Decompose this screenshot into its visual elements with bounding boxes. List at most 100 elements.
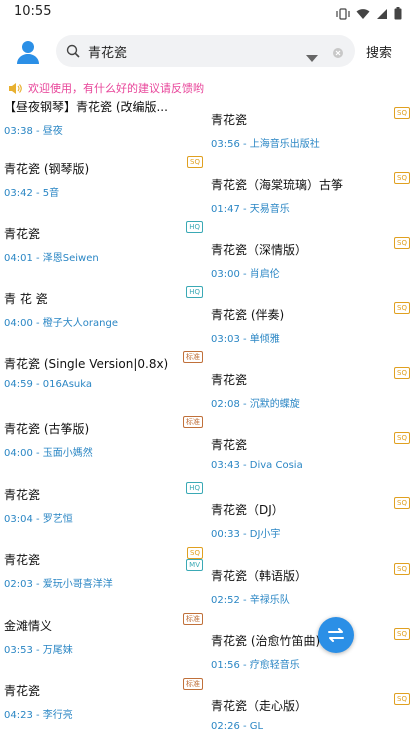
quality-badge: 标准: [183, 613, 203, 625]
song-title: 青花瓷: [211, 438, 248, 452]
song-title: 青花瓷: [4, 553, 41, 567]
song-meta: 03:42 - 5音: [4, 188, 60, 199]
song-item[interactable]: 青花瓷 03:56 - 上海音乐出版社 SQ: [207, 107, 414, 175]
song-title: 青花瓷 (钢琴版): [4, 162, 90, 176]
song-title: 青花瓷（海棠琉璃）古筝: [211, 178, 344, 192]
song-title: 青花瓷 (Single Version|0.8x): [4, 357, 169, 371]
header: 搜索: [0, 32, 414, 72]
song-item[interactable]: 【昼夜钢琴】青花瓷 (改编版... 03:38 - 昼夜: [0, 98, 207, 162]
song-item[interactable]: 青花瓷 02:03 - 爱玩小哥喜洋洋 SQ MV: [0, 547, 207, 615]
song-meta: 04:23 - 李行亮: [4, 710, 73, 721]
song-title: 青花瓷（深情版）: [211, 243, 308, 257]
song-item[interactable]: 青花瓷 (治愈竹笛曲) 01:56 - 疗愈轻音乐 SQ: [207, 628, 414, 696]
vibrate-icon: [336, 5, 350, 24]
speaker-icon: [8, 80, 22, 99]
battery-icon: [394, 5, 402, 24]
song-meta: 03:53 - 万尾妹: [4, 645, 73, 656]
wifi-icon: [356, 5, 370, 24]
results-column-left: 【昼夜钢琴】青花瓷 (改编版... 03:38 - 昼夜青花瓷 (钢琴版) 03:4…: [0, 98, 207, 736]
results-column-right: 青花瓷 03:56 - 上海音乐出版社 SQ 青花瓷（海棠琉璃）古筝 01:47 - 天…: [207, 98, 414, 736]
quality-badge: SQ: [394, 107, 410, 119]
quality-badge: SQ: [187, 156, 203, 168]
song-meta: 04:00 - 橙子大人orange: [4, 318, 118, 329]
song-item[interactable]: 青花瓷 03:43 - Diva Cosia SQ: [207, 432, 414, 500]
song-title: 青花瓷（DJ）: [211, 503, 284, 517]
song-item[interactable]: 青花瓷 (钢琴版) 03:42 - 5音 SQ: [0, 156, 207, 224]
song-meta: 03:43 - Diva Cosia: [211, 460, 303, 471]
quality-badge: SQ: [394, 563, 410, 575]
song-title: 青花瓷: [4, 488, 41, 502]
song-meta: 03:56 - 上海音乐出版社: [211, 139, 320, 150]
quality-badge: SQ: [394, 172, 410, 184]
dropdown-icon[interactable]: [306, 47, 318, 66]
song-meta: 03:38 - 昼夜: [4, 126, 63, 137]
signal-icon: [376, 5, 388, 24]
quality-badge: HQ: [186, 221, 203, 233]
song-item[interactable]: 青花瓷 (古筝版) 04:00 - 玉面小媽然 标准: [0, 416, 207, 484]
search-box[interactable]: [56, 35, 355, 67]
status-icons: [336, 5, 402, 24]
song-item[interactable]: 青花瓷 (伴奏) 03:03 - 单倾雅 SQ: [207, 302, 414, 370]
quality-badge: SQ: [394, 302, 410, 314]
quality-badge: SQ: [394, 237, 410, 249]
status-time: 10:55: [14, 4, 52, 19]
song-title: 青花瓷: [4, 227, 41, 241]
song-meta: 04:59 - 016Asuka: [4, 379, 93, 390]
song-meta: 01:47 - 天易音乐: [211, 204, 290, 215]
song-item[interactable]: 青花瓷（走心版） 02:26 - GL SQ: [207, 693, 414, 736]
quality-badge: HQ: [186, 482, 203, 494]
song-meta: 02:26 - GL: [211, 721, 264, 732]
song-item[interactable]: 青花瓷（深情版） 03:00 - 肖启伦 SQ: [207, 237, 414, 305]
switch-button[interactable]: [318, 617, 354, 653]
song-title: 金滩情义: [4, 619, 53, 633]
quality-badge: MV: [186, 559, 203, 571]
song-item[interactable]: 青花瓷 04:01 - 泽恩Seiwen HQ: [0, 221, 207, 289]
quality-badge: 标准: [183, 678, 203, 690]
song-item[interactable]: 青花瓷 03:04 - 罗艺恒 HQ: [0, 482, 207, 550]
song-meta: 04:01 - 泽恩Seiwen: [4, 253, 99, 264]
song-meta: 01:56 - 疗愈轻音乐: [211, 660, 300, 671]
song-item[interactable]: 青 花 瓷 04:00 - 橙子大人orange HQ: [0, 286, 207, 354]
song-meta: 00:33 - DJ小宇: [211, 529, 281, 540]
notice-text: 欢迎使用，有什么好的建议请反馈哟: [28, 82, 204, 95]
song-item[interactable]: 金滩情义 03:53 - 万尾妹 标准: [0, 613, 207, 681]
quality-badge: SQ: [187, 547, 203, 559]
song-title: 青花瓷: [211, 113, 248, 127]
quality-badge: SQ: [394, 628, 410, 640]
quality-badge: 标准: [183, 416, 203, 428]
song-title: 青花瓷 (治愈竹笛曲): [211, 634, 321, 648]
song-meta: 02:03 - 爱玩小哥喜洋洋: [4, 579, 113, 590]
notice-bar[interactable]: 欢迎使用，有什么好的建议请反馈哟: [0, 76, 414, 98]
song-title: 【昼夜钢琴】青花瓷 (改编版...: [4, 100, 168, 114]
song-item[interactable]: 青花瓷（海棠琉璃）古筝 01:47 - 天易音乐 SQ: [207, 172, 414, 240]
search-icon: [66, 43, 80, 62]
search-input[interactable]: [88, 39, 288, 63]
song-meta: 03:03 - 单倾雅: [211, 334, 280, 345]
song-title: 青花瓷（韩语版）: [211, 569, 308, 583]
quality-badge: SQ: [394, 693, 410, 705]
quality-badge: SQ: [394, 367, 410, 379]
song-title: 青花瓷: [4, 684, 41, 698]
quality-badge: SQ: [394, 432, 410, 444]
status-bar: 10:55: [0, 0, 414, 24]
quality-badge: HQ: [186, 286, 203, 298]
song-title: 青花瓷 (古筝版): [4, 422, 90, 436]
song-meta: 02:08 - 沉默的蝶旋: [211, 399, 300, 410]
search-button[interactable]: 搜索: [366, 42, 392, 61]
song-item[interactable]: 青花瓷 04:23 - 李行亮 标准: [0, 678, 207, 736]
quality-badge: SQ: [394, 497, 410, 509]
song-title: 青花瓷: [211, 373, 248, 387]
song-item[interactable]: 青花瓷 (Single Version|0.8x) 04:59 - 016Asuk…: [0, 351, 207, 419]
quality-badge: 标准: [183, 351, 203, 363]
song-meta: 02:52 - 辛禄乐队: [211, 595, 290, 606]
song-meta: 03:00 - 肖启伦: [211, 269, 280, 280]
user-avatar-icon[interactable]: [14, 38, 42, 66]
song-title: 青花瓷 (伴奏): [211, 308, 285, 322]
song-meta: 04:00 - 玉面小媽然: [4, 448, 93, 459]
song-meta: 03:04 - 罗艺恒: [4, 514, 73, 525]
song-item[interactable]: 青花瓷（韩语版） 02:52 - 辛禄乐队 SQ: [207, 563, 414, 631]
song-item[interactable]: 青花瓷（DJ） 00:33 - DJ小宇 SQ: [207, 497, 414, 565]
song-title: 青 花 瓷: [4, 292, 48, 306]
song-item[interactable]: 青花瓷 02:08 - 沉默的蝶旋 SQ: [207, 367, 414, 435]
clear-icon[interactable]: [332, 44, 344, 63]
